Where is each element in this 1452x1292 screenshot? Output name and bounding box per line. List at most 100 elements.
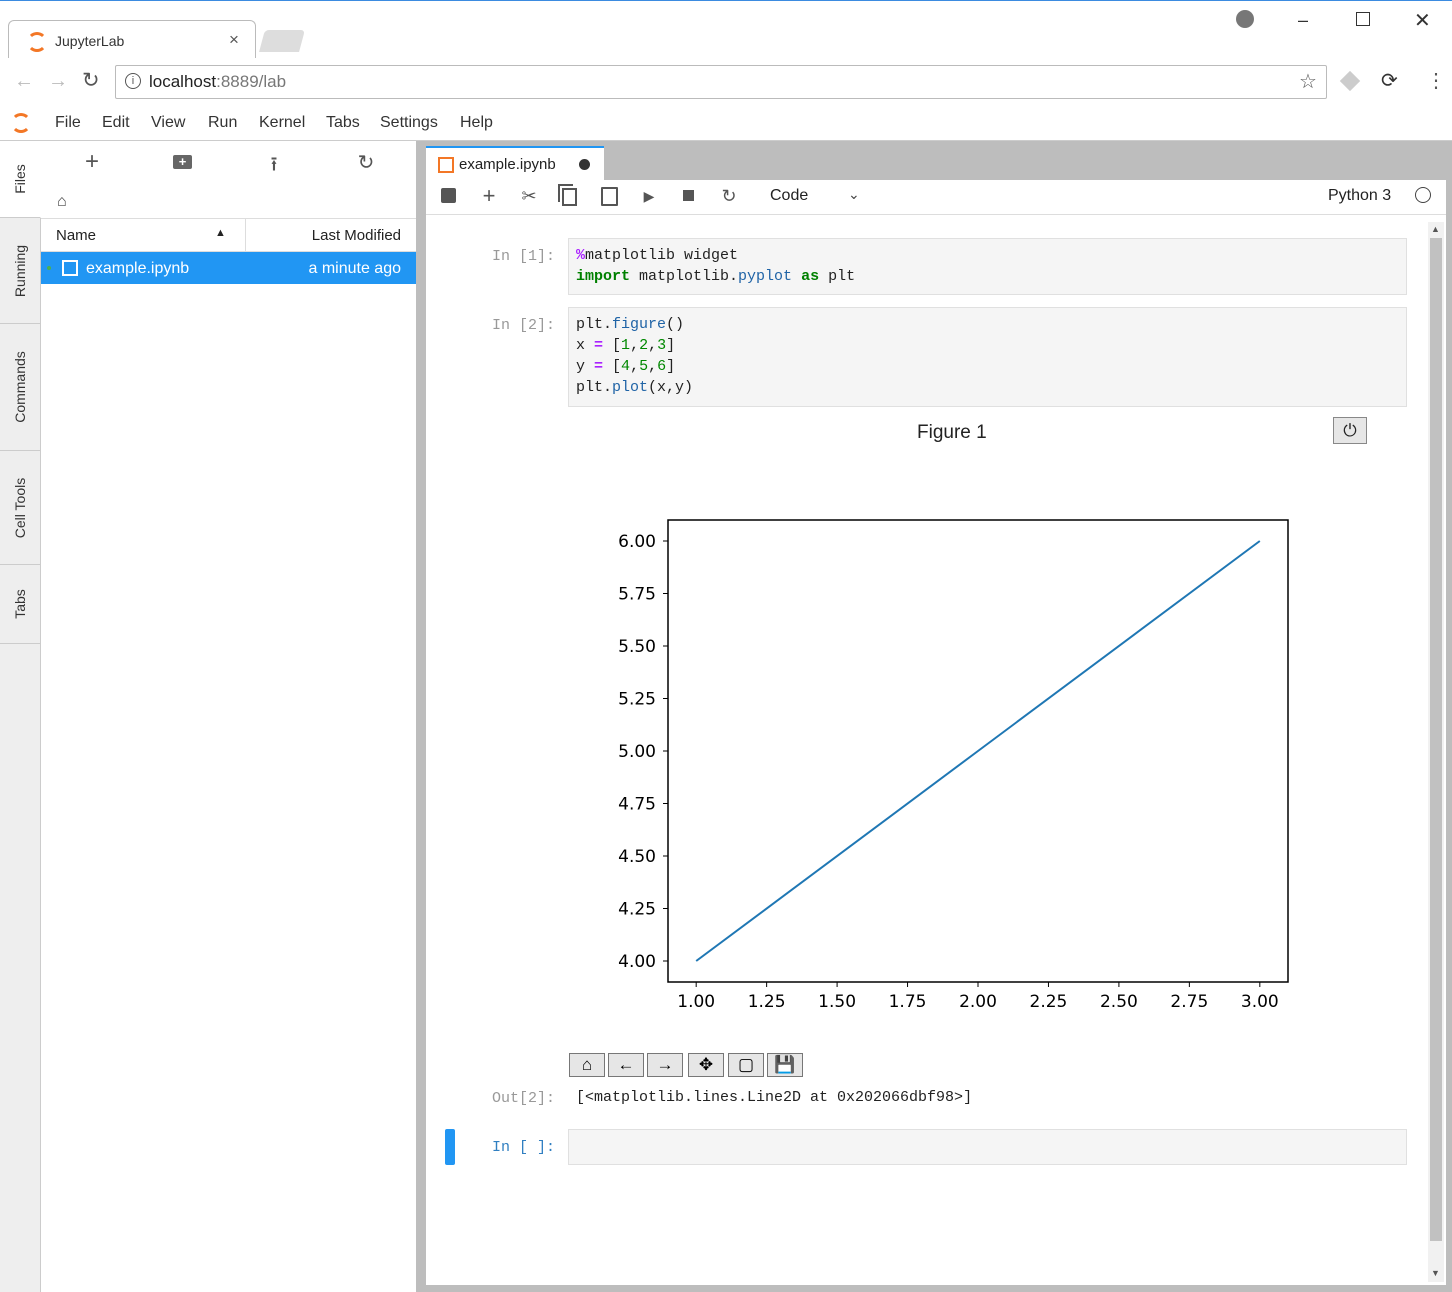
line-chart[interactable]: 1.00 1.25 1.50 1.75 2.00 2.25 2.50 2.75 3.00 4.00… xyxy=(600,505,1320,1035)
file-browser xyxy=(41,141,417,1292)
run-icon[interactable]: ▶ xyxy=(637,188,661,205)
figure-title: Figure 1 xyxy=(917,422,987,443)
copy-icon[interactable] xyxy=(562,188,577,206)
unsaved-dot-icon[interactable] xyxy=(579,159,590,170)
panel-splitter[interactable] xyxy=(416,141,426,1292)
jupyter-logo-icon xyxy=(11,113,31,133)
menu-tabs[interactable]: Tabs xyxy=(326,114,360,132)
account-icon[interactable] xyxy=(1236,10,1254,28)
sidebar-tab-running[interactable]: Running xyxy=(0,218,40,324)
sidebar-tab-label: Commands xyxy=(12,351,28,423)
menu-settings[interactable]: Settings xyxy=(380,114,438,132)
cut-icon[interactable]: ✂ xyxy=(517,186,541,207)
notebook-icon xyxy=(62,260,78,276)
restart-kernel-icon[interactable]: ↻ xyxy=(717,186,741,207)
home-view-icon[interactable]: ⌂ xyxy=(569,1053,605,1077)
info-icon: i xyxy=(125,73,141,89)
notebook-tab[interactable]: example.ipynb xyxy=(426,146,604,182)
sidebar-tab-commands[interactable]: Commands xyxy=(0,324,40,451)
y-tick-label: 5.25 xyxy=(618,690,656,710)
column-last-modified[interactable]: Last Modified xyxy=(312,227,401,244)
new-tab-button[interactable] xyxy=(259,30,305,52)
sidebar-tab-cell-tools[interactable]: Cell Tools xyxy=(0,451,40,565)
kernel-name[interactable]: Python 3 xyxy=(1328,187,1391,205)
browser-tab-title: JupyterLab xyxy=(55,33,125,49)
file-row[interactable]: example.ipynb a minute ago xyxy=(41,252,416,284)
y-tick-label: 6.00 xyxy=(618,532,656,552)
column-divider xyxy=(245,219,246,251)
home-icon[interactable]: ⌂ xyxy=(57,193,67,211)
upload-icon[interactable]: ⭱ xyxy=(259,150,289,184)
active-cell-indicator xyxy=(445,1129,455,1165)
sidebar-tab-tabs[interactable]: Tabs xyxy=(0,565,40,644)
menu-file[interactable]: File xyxy=(55,114,81,132)
extension-sync-icon[interactable]: ⟳ xyxy=(1381,68,1398,93)
maximize-icon[interactable] xyxy=(1356,12,1370,26)
code-cell-2[interactable]: plt.figure() x = [1,2,3] y = [4,5,6] plt… xyxy=(568,307,1407,407)
address-bar[interactable]: i localhost:8889/lab ☆ xyxy=(115,65,1327,99)
insert-cell-icon[interactable]: + xyxy=(477,183,501,209)
menu-help[interactable]: Help xyxy=(460,114,493,132)
sort-ascending-icon[interactable]: ▲ xyxy=(215,227,226,239)
stop-icon[interactable] xyxy=(683,190,694,201)
chevron-down-icon: ⌄ xyxy=(848,186,860,202)
sidebar-tab-label: Tabs xyxy=(12,589,28,619)
y-tick-label: 5.00 xyxy=(618,742,656,762)
notebook-file-icon xyxy=(438,157,454,173)
menu-edit[interactable]: Edit xyxy=(102,114,130,132)
jupyter-tab-icon xyxy=(27,32,47,52)
forward-icon[interactable]: → xyxy=(48,70,68,93)
y-tick-label: 5.75 xyxy=(618,585,656,605)
sidebar-tab-label: Files xyxy=(12,164,28,194)
scroll-up-icon[interactable]: ▲ xyxy=(1431,224,1440,234)
zoom-rect-icon[interactable]: ▢ xyxy=(728,1053,764,1077)
save-figure-icon[interactable]: 💾 xyxy=(767,1053,803,1077)
notebook-tab-title: example.ipynb xyxy=(459,156,556,173)
browser-tab-jupyterlab[interactable]: JupyterLab × xyxy=(8,20,256,59)
scrollbar-thumb[interactable] xyxy=(1430,238,1442,1241)
cell-prompt: In [ ]: xyxy=(492,1139,556,1156)
x-tick-label: 1.50 xyxy=(818,992,856,1012)
browser-menu-icon[interactable]: ⋮ xyxy=(1426,68,1446,93)
back-icon[interactable]: ← xyxy=(14,70,34,93)
y-tick-label: 4.50 xyxy=(618,847,656,867)
menu-kernel[interactable]: Kernel xyxy=(259,114,305,132)
menu-run[interactable]: Run xyxy=(208,114,237,132)
reload-icon[interactable]: ↻ xyxy=(82,68,100,93)
x-tick-label: 2.75 xyxy=(1170,992,1208,1012)
code-cell-3[interactable] xyxy=(568,1129,1407,1165)
scroll-down-icon[interactable]: ▼ xyxy=(1431,1268,1440,1278)
x-tick-label: 1.75 xyxy=(889,992,927,1012)
bookmark-star-icon[interactable]: ☆ xyxy=(1299,69,1317,94)
paste-icon[interactable] xyxy=(601,187,618,206)
cell-type-select[interactable]: Code ⌄ xyxy=(760,183,870,209)
kernel-status-icon xyxy=(1415,187,1431,203)
cell-type-value: Code xyxy=(770,187,809,204)
cell-prompt: In [2]: xyxy=(492,317,556,334)
column-name[interactable]: Name xyxy=(56,227,96,244)
y-tick-label: 4.75 xyxy=(618,795,656,815)
file-modified: a minute ago xyxy=(308,260,401,277)
back-arrow-icon[interactable]: ← xyxy=(608,1053,644,1077)
running-indicator-icon xyxy=(47,266,51,270)
new-launcher-icon[interactable]: + xyxy=(77,148,107,176)
close-icon[interactable]: × xyxy=(229,30,239,50)
file-list-header: Name ▲ Last Modified xyxy=(41,218,416,252)
menu-view[interactable]: View xyxy=(151,114,185,132)
power-button[interactable]: ⏻ xyxy=(1333,417,1367,444)
notebook-toolbar xyxy=(426,180,1446,215)
new-folder-icon[interactable]: + xyxy=(173,155,192,169)
x-tick-label: 3.00 xyxy=(1241,992,1279,1012)
y-tick-label: 5.50 xyxy=(618,637,656,657)
save-icon[interactable] xyxy=(441,188,456,203)
sidebar-tab-files[interactable]: Files xyxy=(0,141,41,218)
pan-icon[interactable]: ✥ xyxy=(688,1053,724,1077)
url-text: localhost:8889/lab xyxy=(149,72,287,91)
refresh-icon[interactable]: ↻ xyxy=(351,150,381,175)
code-cell-1[interactable]: %matplotlib widget import matplotlib.pyp… xyxy=(568,238,1407,295)
window-close-icon[interactable]: ✕ xyxy=(1414,8,1431,33)
minimize-icon[interactable]: – xyxy=(1298,10,1308,31)
y-tick-label: 4.00 xyxy=(618,952,656,972)
cell-output: [<matplotlib.lines.Line2D at 0x202066dbf… xyxy=(576,1089,973,1106)
forward-arrow-icon[interactable]: → xyxy=(647,1053,683,1077)
